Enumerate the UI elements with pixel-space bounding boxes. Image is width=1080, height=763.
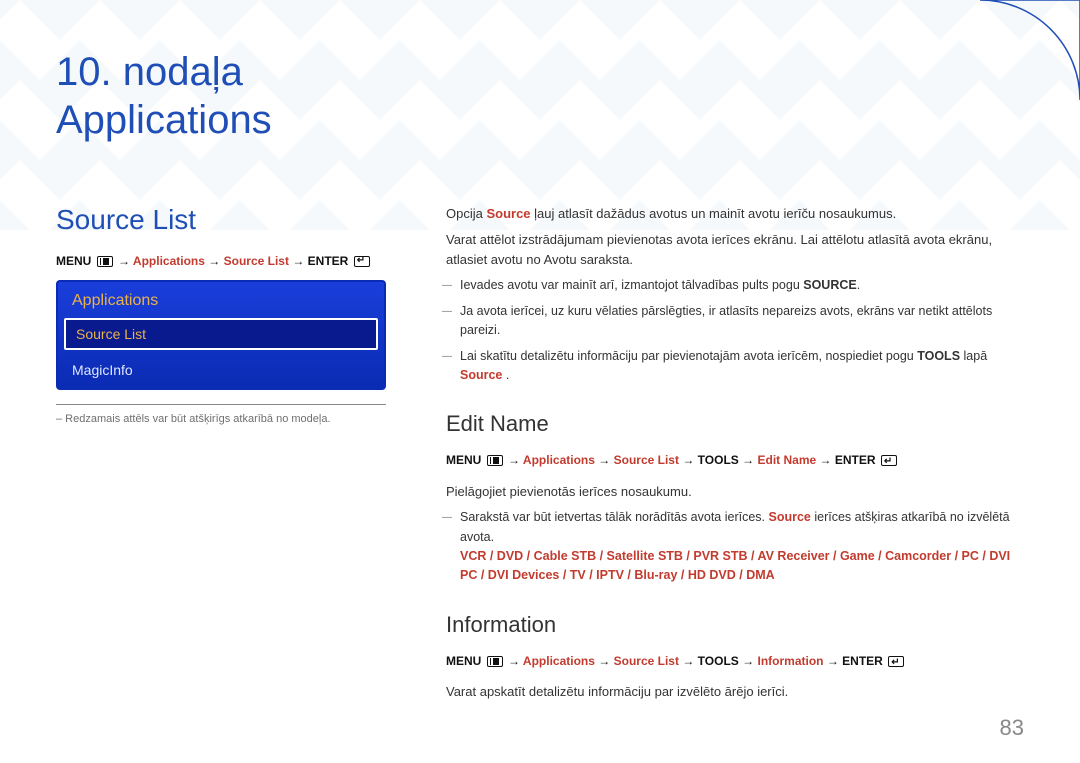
chapter-name: Applications <box>56 98 272 142</box>
tv-item-magicinfo: MagicInfo <box>58 356 384 388</box>
enter-icon <box>888 656 904 667</box>
menu-icon <box>487 455 503 466</box>
chapter-title: 10. nodaļa Applications <box>56 48 1024 144</box>
tv-item-source-list: Source List <box>64 318 378 350</box>
menu-label: MENU <box>56 254 91 268</box>
divider <box>56 404 386 405</box>
information-line: Varat apskatīt detalizētu informāciju pa… <box>446 682 1024 702</box>
menu-path-information: MENU → Applications → Source List → TOOL… <box>446 652 1024 671</box>
subheading-edit-name: Edit Name <box>446 407 1024 441</box>
edit-name-line1: Pielāgojiet pievienotās ierīces nosaukum… <box>446 482 1024 502</box>
left-column: Source List MENU → Applications → Source… <box>56 204 386 708</box>
list-item: Ievades avotu var mainīt arī, izmantojot… <box>460 276 1024 295</box>
path-source-list: Source List <box>224 254 289 268</box>
footnote: – Redzamais attēls var būt atšķirīgs atk… <box>56 411 386 428</box>
right-column: Opcija Source ļauj atlasīt dažādus avotu… <box>446 204 1024 708</box>
list-item: Sarakstā var būt ietvertas tālāk norādīt… <box>460 508 1024 586</box>
list-item: Ja avota ierīcei, uz kuru vēlaties pārsl… <box>460 302 1024 341</box>
enter-label: ENTER <box>308 254 349 268</box>
subheading-information: Information <box>446 608 1024 642</box>
enter-icon <box>881 455 897 466</box>
menu-icon <box>487 656 503 667</box>
menu-path-edit-name: MENU → Applications → Source List → TOOL… <box>446 451 1024 470</box>
path-applications: Applications <box>133 254 205 268</box>
intro-paragraph-1: Opcija Source ļauj atlasīt dažādus avotu… <box>446 204 1024 224</box>
chapter-number: 10. nodaļa <box>56 50 243 94</box>
page-number: 83 <box>1000 715 1024 741</box>
menu-icon <box>97 256 113 267</box>
page-corner-decoration <box>960 0 1080 120</box>
menu-path-source-list: MENU → Applications → Source List → ENTE… <box>56 254 386 268</box>
tv-menu-screenshot: Applications Source List MagicInfo <box>56 280 386 390</box>
device-list: VCR / DVD / Cable STB / Satellite STB / … <box>460 549 1010 582</box>
section-title-source-list: Source List <box>56 204 386 236</box>
list-item: Lai skatītu detalizētu informāciju par p… <box>460 347 1024 386</box>
tv-header: Applications <box>58 282 384 318</box>
intro-paragraph-2: Varat attēlot izstrādājumam pievienotas … <box>446 230 1024 270</box>
notes-list: Ievades avotu var mainīt arī, izmantojot… <box>446 276 1024 385</box>
enter-icon <box>354 256 370 267</box>
edit-name-list: Sarakstā var būt ietvertas tālāk norādīt… <box>446 508 1024 586</box>
